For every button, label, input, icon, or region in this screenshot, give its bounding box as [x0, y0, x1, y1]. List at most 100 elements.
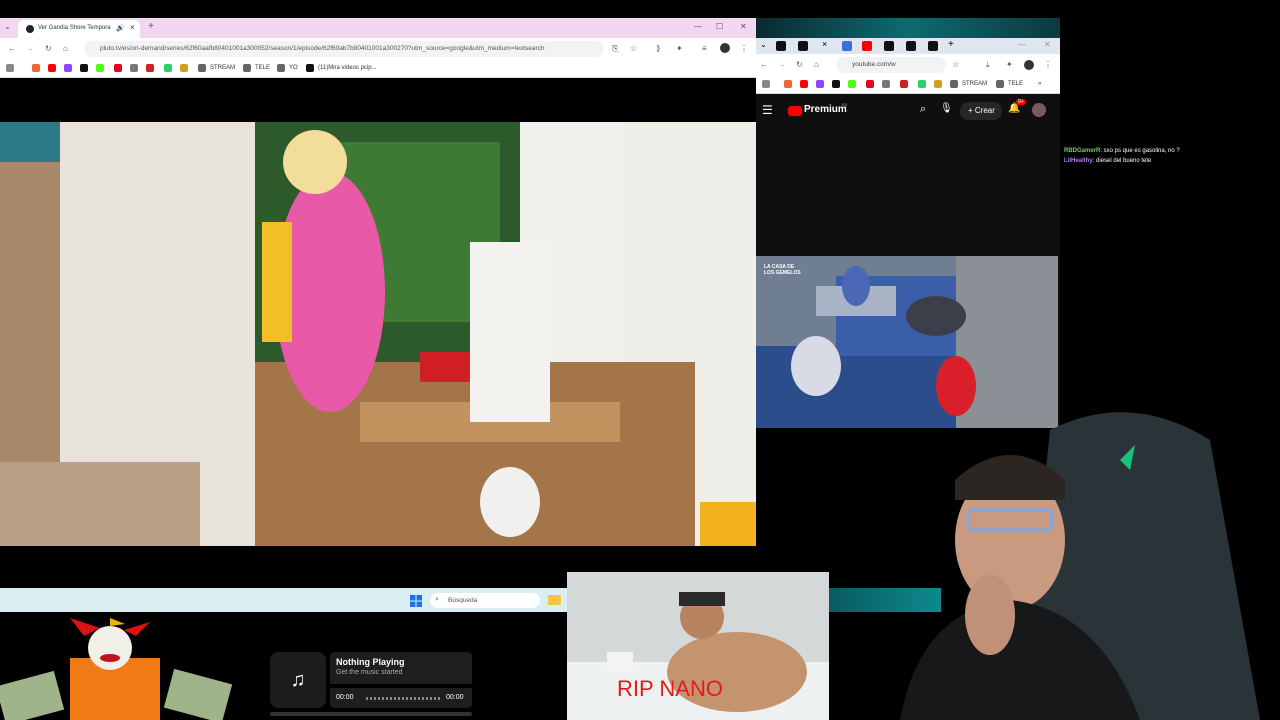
reload-icon[interactable]: ↻ — [796, 60, 803, 69]
bookmark-fav-icon[interactable] — [32, 64, 40, 72]
tiktok-bookmark-icon — [306, 64, 314, 72]
whatsapp-bookmark-icon[interactable] — [164, 64, 172, 72]
tab-bar: ⌄ Ver Gandia Shore Tempora 🔊 × + — ☐ ✕ — [0, 18, 756, 38]
file-explorer-icon[interactable] — [548, 595, 561, 605]
youtube-header: ☰ Premium ES ⌕ 🎙 + Crear 🔔 9+ — [756, 94, 1060, 128]
share-icon[interactable]: ⎘ — [612, 44, 618, 54]
docs-tab-icon[interactable] — [842, 41, 852, 51]
bookmark-star-icon[interactable]: ☆ — [952, 60, 959, 69]
tiktok-tab-icon[interactable] — [798, 41, 808, 51]
youtube-logo-icon[interactable] — [788, 106, 802, 116]
downloads-icon[interactable]: ≡ — [702, 44, 707, 53]
bookmark-tele[interactable]: TELE — [255, 65, 270, 71]
minimize-icon[interactable]: — — [1018, 40, 1026, 49]
apps-grid-icon[interactable] — [762, 80, 770, 88]
microphone-icon[interactable]: 🎙 — [940, 103, 953, 114]
youtube-premium-logo[interactable]: Premium — [804, 104, 847, 115]
apps-grid-icon[interactable] — [6, 64, 14, 72]
bookmark-star-icon[interactable]: ☆ — [630, 44, 637, 53]
forward-icon[interactable]: → — [26, 44, 34, 53]
emoji-bookmark-icon[interactable] — [934, 80, 942, 88]
minimize-icon[interactable]: — — [694, 22, 702, 31]
left-browser-window: ⌄ Ver Gandia Shore Tempora 🔊 × + — ☐ ✕ ←… — [0, 18, 756, 588]
tab-active[interactable]: Ver Gandia Shore Tempora 🔊 × — [18, 20, 140, 38]
bookmark-fav-icon[interactable] — [784, 80, 792, 88]
close-tab-icon[interactable]: × — [822, 39, 827, 49]
url-input[interactable]: youtube.com/w — [836, 57, 946, 73]
hamburger-menu-icon[interactable]: ☰ — [762, 103, 773, 117]
kick-bookmark-icon[interactable] — [848, 80, 856, 88]
emoji-bookmark-icon[interactable] — [180, 64, 188, 72]
flag-bookmark-icon[interactable] — [900, 80, 908, 88]
avatar[interactable] — [1032, 103, 1046, 117]
home-icon[interactable]: ⌂ — [814, 60, 819, 69]
home-icon[interactable]: ⌂ — [63, 44, 68, 53]
pinterest-bookmark-icon[interactable] — [114, 64, 122, 72]
reload-icon[interactable]: ↻ — [45, 44, 52, 53]
tiktok-tab-icon[interactable] — [884, 41, 894, 51]
youtube-bookmark-icon[interactable] — [48, 64, 56, 72]
twitch-bookmark-icon[interactable] — [64, 64, 72, 72]
chat-username: RBDGamerR — [1064, 148, 1101, 154]
back-icon[interactable]: ← — [760, 60, 768, 69]
video-player[interactable] — [0, 122, 756, 546]
extensions-puzzle-icon[interactable]: ✦ — [676, 44, 683, 53]
back-icon[interactable]: ← — [8, 44, 16, 53]
menu-kebab-icon[interactable]: ⋮ — [1044, 60, 1052, 69]
taskbar-search-input[interactable]: ⌕ Búsqueda — [430, 593, 540, 608]
url-input[interactable]: pluto.tv/es/on-demand/series/62f60aafb80… — [84, 41, 604, 57]
plus-icon: + — [968, 106, 975, 115]
stream-chat: RBDGamerR: sxo ps que es gasolina, no ? … — [1064, 148, 1274, 168]
bookmark-stream[interactable]: STREAM — [210, 65, 235, 71]
bookmark-tele[interactable]: TELE — [1008, 81, 1023, 87]
new-tab-icon[interactable]: + — [948, 39, 954, 50]
close-window-icon[interactable]: ✕ — [1044, 40, 1051, 49]
create-button[interactable]: + Crear — [960, 102, 1002, 120]
right-browser-window: ⌄ × + — ✕ ← → ↻ ⌂ youtube.com/w ☆ ⤓ ✦ ⋮ — [756, 18, 1060, 428]
bookmarks-bar: STREAM TELE YO (11)Mira videos pcip... — [0, 60, 756, 78]
whatsapp-bookmark-icon[interactable] — [918, 80, 926, 88]
kick-bookmark-icon[interactable] — [96, 64, 104, 72]
tiktok-bookmark-icon[interactable] — [80, 64, 88, 72]
tiktok-tab-icon[interactable] — [776, 41, 786, 51]
profile-avatar[interactable] — [720, 43, 730, 53]
youtube-tab-icon[interactable] — [862, 41, 872, 51]
tab-search-icon[interactable]: ⌄ — [4, 22, 11, 31]
menu-kebab-icon[interactable]: ⋮ — [740, 44, 748, 53]
new-tab-icon[interactable]: + — [148, 21, 154, 32]
profile-avatar[interactable] — [1024, 60, 1034, 70]
joker-sticker-image — [0, 618, 232, 720]
extension-icon[interactable]: ⟫ — [656, 44, 660, 53]
x-tab-icon[interactable] — [906, 41, 916, 51]
music-progress-row: 00:00 00:00 — [330, 688, 472, 708]
close-tab-icon[interactable]: × — [130, 23, 135, 32]
bookmark-yo[interactable]: YO — [289, 65, 298, 71]
audio-icon[interactable]: 🔊 — [116, 24, 125, 32]
windows-start-icon[interactable] — [410, 595, 422, 607]
forward-icon[interactable]: → — [778, 60, 786, 69]
bookmark-icon[interactable] — [130, 64, 138, 72]
close-window-icon[interactable]: ✕ — [740, 22, 747, 31]
extensions-puzzle-icon[interactable]: ✦ — [1006, 60, 1013, 69]
downloads-icon[interactable]: ⤓ — [986, 60, 990, 70]
more-bookmarks-icon[interactable]: » — [1038, 81, 1041, 87]
tiktok-bookmark-icon[interactable] — [832, 80, 840, 88]
twitch-bookmark-icon[interactable] — [816, 80, 824, 88]
region-code: ES — [842, 102, 848, 107]
pluto-favicon-icon — [26, 25, 34, 33]
maximize-icon[interactable]: ☐ — [716, 22, 723, 31]
youtube-bookmark-icon[interactable] — [800, 80, 808, 88]
bookmark-tiktok-videos[interactable]: (11)Mira videos pcip... — [318, 65, 377, 71]
x-tab-icon[interactable] — [928, 41, 938, 51]
bookmark-icon[interactable] — [882, 80, 890, 88]
pinterest-bookmark-icon[interactable] — [866, 80, 874, 88]
chat-text: : sxo ps que es gasolina, no ? — [1100, 148, 1180, 154]
music-seek-bar[interactable] — [366, 697, 440, 700]
flag-bookmark-icon[interactable] — [146, 64, 154, 72]
bookmark-stream[interactable]: STREAM — [962, 81, 987, 87]
bookmarks-bar: STREAM TELE » — [756, 76, 1060, 94]
folder-icon — [996, 80, 1004, 88]
tab-list-icon[interactable]: ⌄ — [760, 40, 767, 49]
search-icon[interactable]: ⌕ — [920, 103, 926, 116]
rip-caption: RIP NANO — [617, 676, 723, 701]
